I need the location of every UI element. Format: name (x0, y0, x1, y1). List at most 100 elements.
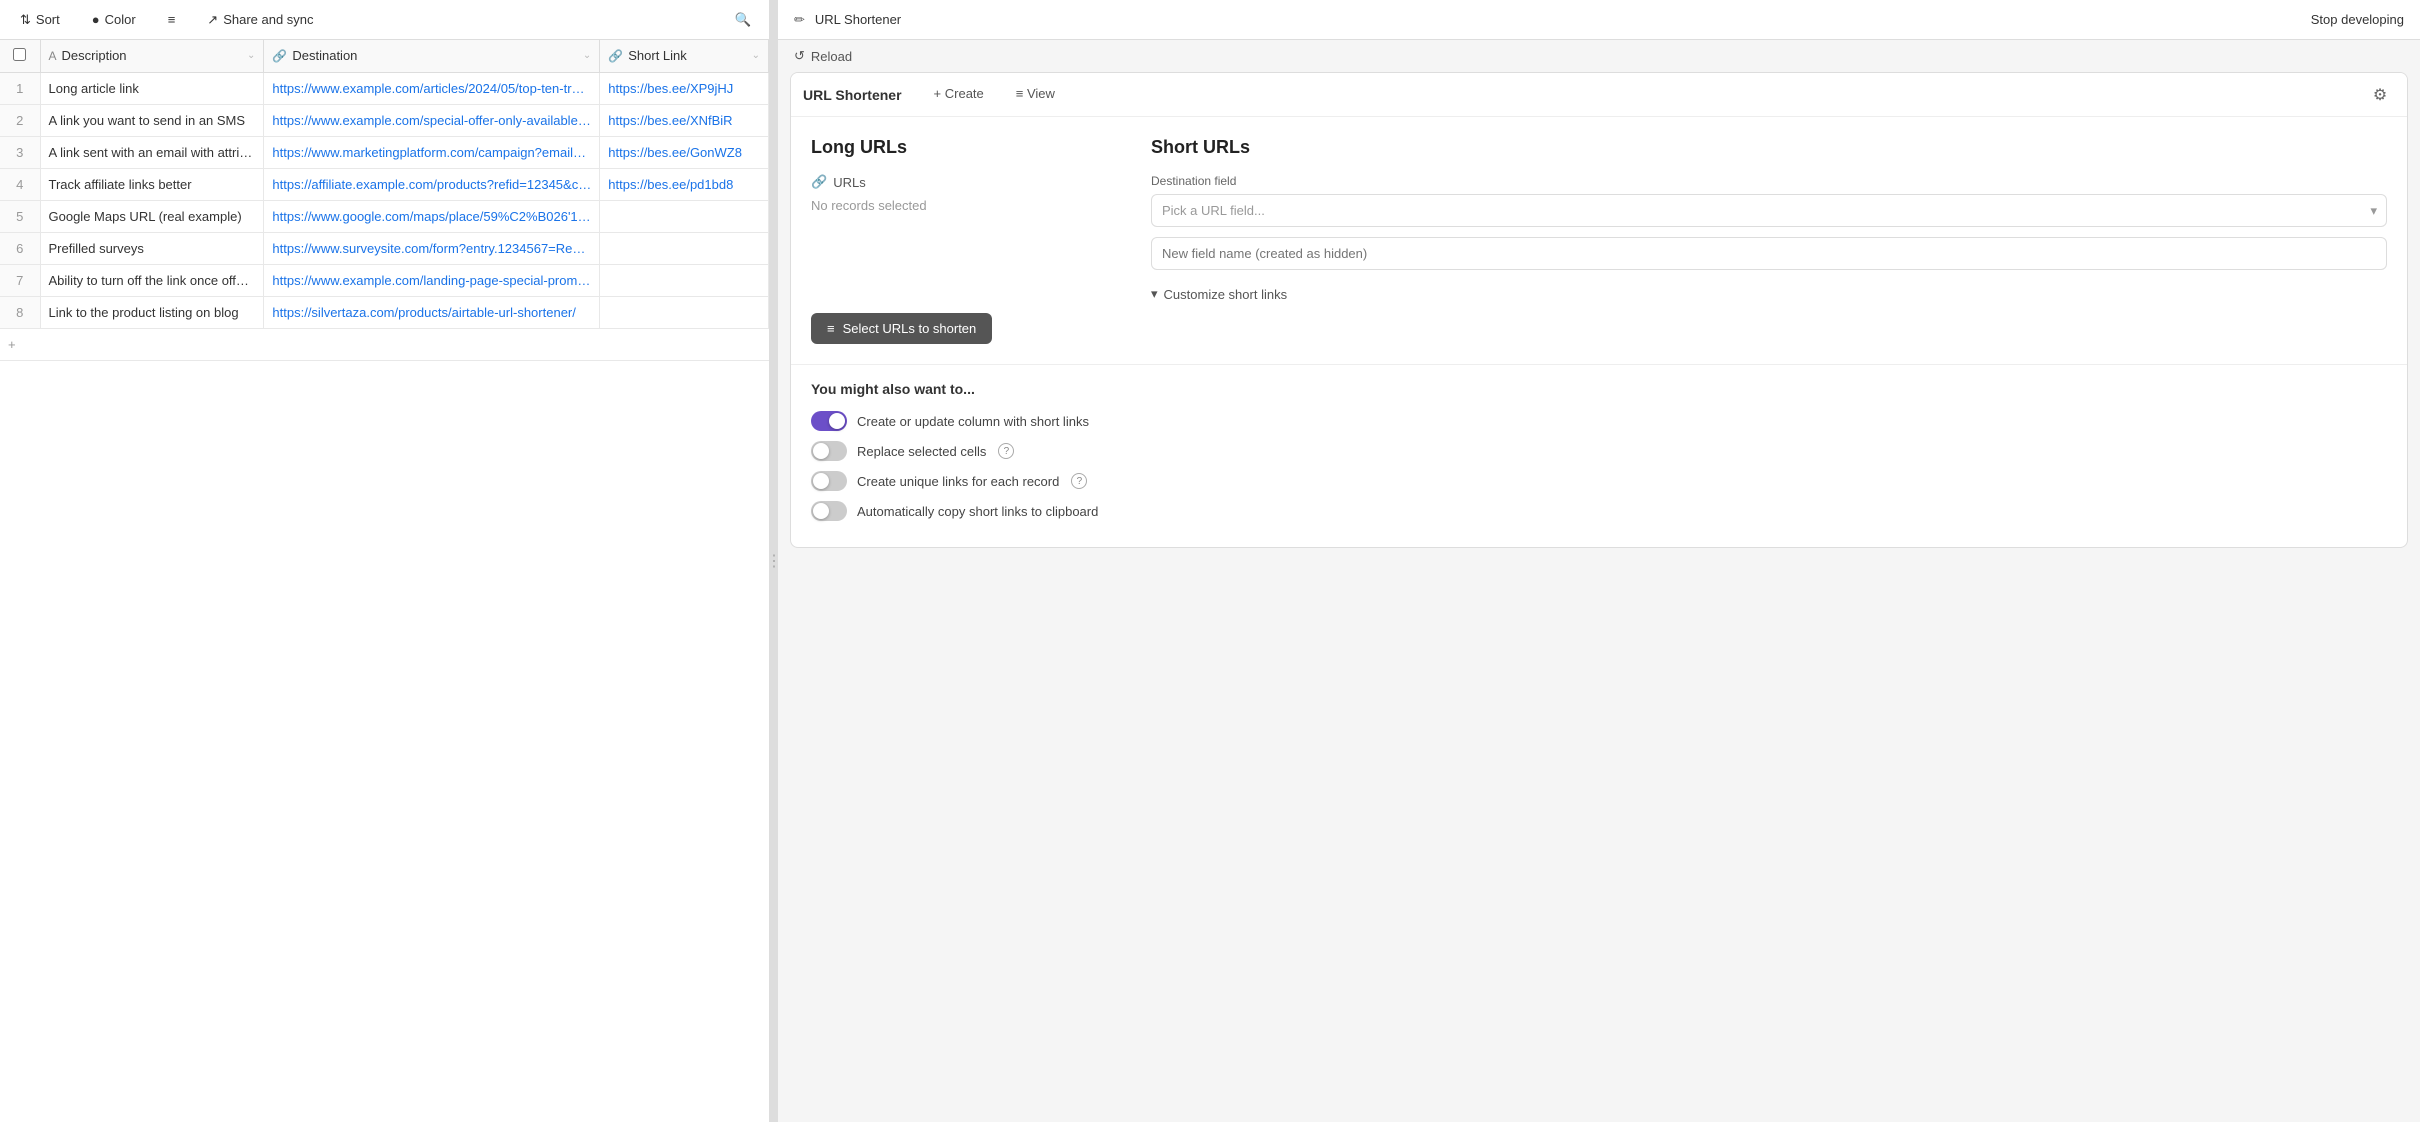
destination-cell[interactable]: https://www.example.com/special-offer-on… (264, 104, 600, 136)
share-label: Share and sync (223, 12, 313, 27)
reload-bar[interactable]: ↺ Reload (778, 40, 2420, 72)
short-urls-column: Short URLs Destination field Pick a URL … (1151, 137, 2387, 344)
select-urls-button[interactable]: ≡ Select URLs to shorten (811, 313, 992, 344)
destination-cell[interactable]: https://www.example.com/articles/2024/05… (264, 72, 600, 104)
row-number: 6 (0, 232, 40, 264)
toggle-row-create-unique: Create unique links for each record ? (811, 471, 2387, 491)
description-col-icon: A (49, 49, 57, 63)
url-field-select-wrapper: Pick a URL field... (1151, 194, 2387, 227)
reload-label: Reload (811, 49, 852, 64)
toggle-row-auto-copy: Automatically copy short links to clipbo… (811, 501, 2387, 521)
short-link-cell[interactable]: https://bes.ee/XNfBiR (600, 104, 769, 136)
short-link-cell[interactable] (600, 200, 769, 232)
toggle-auto-copy[interactable] (811, 501, 847, 521)
short-link-cell[interactable] (600, 296, 769, 328)
rows-icon: ≡ (168, 12, 176, 27)
destination-cell[interactable]: https://www.marketingplatform.com/campai… (264, 136, 600, 168)
description-header[interactable]: A Description ⌄ (40, 40, 264, 72)
destination-cell[interactable]: https://silvertaza.com/products/airtable… (264, 296, 600, 328)
stop-dev-button[interactable]: Stop developing (2311, 12, 2404, 27)
add-row-button[interactable]: + (0, 329, 769, 361)
color-label: Color (105, 12, 136, 27)
short-link-cell[interactable]: https://bes.ee/pd1bd8 (600, 168, 769, 200)
view-nav-button[interactable]: ≡ View (1000, 78, 1071, 111)
short-link-header[interactable]: 🔗 Short Link ⌄ (600, 40, 769, 72)
sort-label: Sort (36, 12, 60, 27)
toggle-create-update-col[interactable] (811, 411, 847, 431)
short-link-cell[interactable] (600, 232, 769, 264)
toggle-row-replace-cells: Replace selected cells ? (811, 441, 2387, 461)
destination-field-label: Destination field (1151, 174, 2387, 188)
toggle-label-create-update-col: Create or update column with short links (857, 414, 1089, 429)
description-header-label: Description (62, 48, 127, 63)
description-cell[interactable]: Google Maps URL (real example) (40, 200, 264, 232)
short-link-sort-icon: ⌄ (752, 50, 760, 61)
short-link-cell[interactable] (600, 264, 769, 296)
new-field-input[interactable] (1151, 237, 2387, 270)
select-urls-icon: ≡ (827, 321, 835, 336)
table-container: A Description ⌄ 🔗 Destination ⌄ (0, 40, 769, 1122)
description-cell[interactable]: Track affiliate links better (40, 168, 264, 200)
description-cell[interactable]: A link you want to send in an SMS (40, 104, 264, 136)
short-link-cell[interactable]: https://bes.ee/GonWZ8 (600, 136, 769, 168)
destination-cell[interactable]: https://www.surveysite.com/form?entry.12… (264, 232, 600, 264)
short-link-cell[interactable]: https://bes.ee/XP9jHJ (600, 72, 769, 104)
panel-divider[interactable]: ⋮ (770, 0, 778, 1122)
share-button[interactable]: ↗ Share and sync (199, 8, 321, 32)
want-section: You might also want to... Create or upda… (791, 364, 2407, 547)
no-records-text: No records selected (811, 198, 1111, 213)
toggle-label-replace-cells: Replace selected cells (857, 444, 986, 459)
row-number: 1 (0, 72, 40, 104)
destination-cell[interactable]: https://www.google.com/maps/place/59%C2%… (264, 200, 600, 232)
search-button[interactable]: 🔍 (729, 6, 757, 34)
settings-icon: ⚙ (2373, 85, 2387, 105)
description-cell[interactable]: Prefilled surveys (40, 232, 264, 264)
description-cell[interactable]: Ability to turn off the link once offer … (40, 264, 264, 296)
description-cell[interactable]: Link to the product listing on blog (40, 296, 264, 328)
ext-settings-button[interactable]: ⚙ (2365, 80, 2395, 110)
description-cell[interactable]: Long article link (40, 72, 264, 104)
row-number: 8 (0, 296, 40, 328)
chevron-down-icon: ▾ (1151, 286, 1158, 302)
want-title: You might also want to... (811, 381, 2387, 397)
row-number: 5 (0, 200, 40, 232)
share-icon: ↗ (207, 12, 218, 28)
table-row: 4 Track affiliate links better https://a… (0, 168, 769, 200)
help-icon-create-unique[interactable]: ? (1071, 473, 1087, 489)
checkbox-header[interactable] (0, 40, 40, 72)
description-cell[interactable]: A link sent with an email with attribu..… (40, 136, 264, 168)
ext-brand-title: URL Shortener (803, 87, 902, 103)
select-all-checkbox[interactable] (13, 48, 26, 61)
ext-nav: URL Shortener + Create ≡ View ⚙ (791, 73, 2407, 117)
sort-button[interactable]: ⇅ Sort (12, 8, 68, 32)
destination-cell[interactable]: https://affiliate.example.com/products?r… (264, 168, 600, 200)
data-table: A Description ⌄ 🔗 Destination ⌄ (0, 40, 769, 329)
short-urls-title: Short URLs (1151, 137, 2387, 158)
short-link-header-label: Short Link (628, 48, 687, 63)
create-nav-button[interactable]: + Create (918, 78, 1000, 111)
select-urls-label: Select URLs to shorten (843, 321, 977, 336)
help-icon-replace-cells[interactable]: ? (998, 443, 1014, 459)
toggle-replace-cells[interactable] (811, 441, 847, 461)
destination-cell[interactable]: https://www.example.com/landing-page-spe… (264, 264, 600, 296)
color-icon: ● (92, 12, 100, 27)
url-field-select[interactable]: Pick a URL field... (1151, 194, 2387, 227)
table-row: 1 Long article link https://www.example.… (0, 72, 769, 104)
toggle-create-unique[interactable] (811, 471, 847, 491)
color-button[interactable]: ● Color (84, 8, 144, 31)
customize-links-label: Customize short links (1164, 287, 1288, 302)
row-number: 7 (0, 264, 40, 296)
row-number: 3 (0, 136, 40, 168)
rows-button[interactable]: ≡ (160, 8, 184, 31)
urls-source-label: URLs (833, 175, 866, 190)
ext-body: Long URLs 🔗 URLs No records selected ≡ S… (791, 117, 2407, 364)
description-sort-icon: ⌄ (247, 50, 255, 61)
toolbar: ⇅ Sort ● Color ≡ ↗ Share and sync 🔍 (0, 0, 769, 40)
customize-links-toggle[interactable]: ▾ Customize short links (1151, 286, 2387, 302)
toggle-row-create-update-col: Create or update column with short links (811, 411, 2387, 431)
destination-header[interactable]: 🔗 Destination ⌄ (264, 40, 600, 72)
table-row: 6 Prefilled surveys https://www.surveysi… (0, 232, 769, 264)
row-number: 4 (0, 168, 40, 200)
right-panel: ✏ URL Shortener Stop developing ↺ Reload… (778, 0, 2420, 1122)
sort-icon: ⇅ (20, 12, 31, 28)
